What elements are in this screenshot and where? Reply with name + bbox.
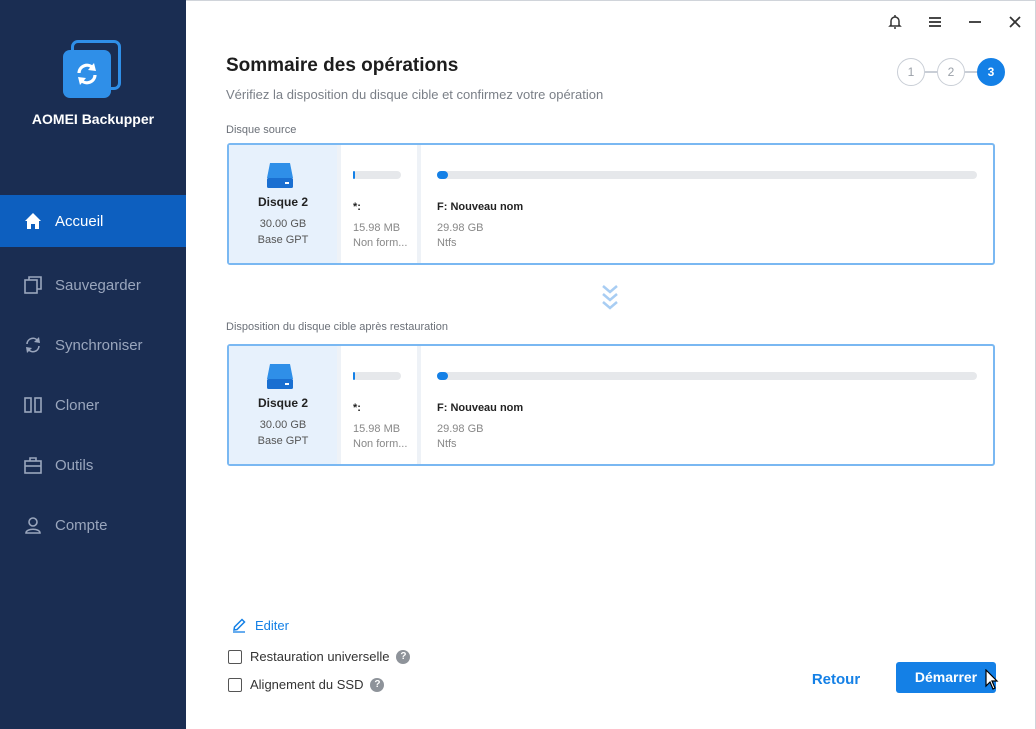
partition-fs: Non form...: [353, 438, 408, 450]
double-chevron-down-icon: [602, 285, 618, 310]
partition-size: 15.98 MB: [353, 423, 401, 435]
sidebar-item-label: Sauvegarder: [55, 276, 141, 294]
sync-arrows-icon: [77, 63, 97, 85]
menu-icon[interactable]: [924, 11, 946, 33]
source-label: Disque source: [226, 124, 297, 136]
app-logo: [63, 40, 121, 98]
disk-size: 30.00 GB: [259, 218, 307, 230]
partition-usage-fill: [353, 372, 356, 380]
app-name: AOMEI Backupper: [31, 111, 155, 127]
disk-name: Disque 2: [257, 195, 308, 209]
partition-usage-fill: [437, 372, 448, 380]
partition-usage-bar: [353, 171, 401, 179]
ssd-alignment-option: Alignement du SSD ?: [228, 677, 385, 692]
partition-usage-bar: [437, 372, 977, 380]
edit-button[interactable]: Editer: [231, 617, 289, 633]
disk-type: Base GPT: [257, 234, 309, 246]
step-2: 2: [937, 58, 965, 86]
sidebar-item-accueil[interactable]: Accueil: [0, 195, 186, 247]
user-icon: [22, 514, 44, 536]
pencil-icon: [233, 618, 246, 633]
disk-type: Base GPT: [257, 435, 309, 447]
target-disk-card[interactable]: Disque 2 30.00 GB Base GPT *: 15.98 MB N…: [227, 344, 995, 466]
edit-label: Editer: [255, 617, 289, 633]
tools-icon: [22, 454, 44, 476]
sidebar-item-sauvegarder[interactable]: Sauvegarder: [0, 255, 186, 315]
partition-size: 15.98 MB: [353, 222, 401, 234]
partition-usage-fill: [437, 171, 448, 179]
page-title: Sommaire des opérations: [226, 55, 459, 76]
back-button[interactable]: Retour: [794, 668, 878, 692]
minimize-icon[interactable]: [964, 11, 986, 33]
step-1: 1: [897, 58, 925, 86]
source-disk-card[interactable]: Disque 2 30.00 GB Base GPT *: 15.98 MB N…: [227, 143, 995, 265]
sync-icon: [22, 334, 44, 356]
disk-size: 30.00 GB: [259, 419, 307, 431]
sidebar-item-label: Synchroniser: [55, 336, 143, 354]
disk-name: Disque 2: [257, 396, 308, 410]
universal-restore-option: Restauration universelle ?: [228, 649, 411, 664]
partition-usage-bar: [353, 372, 401, 380]
universal-restore-checkbox[interactable]: [228, 649, 242, 664]
main-panel: Sommaire des opérations Vérifiez la disp…: [186, 0, 1036, 729]
mouse-cursor-icon: [985, 669, 999, 690]
help-icon[interactable]: ?: [396, 649, 411, 664]
home-icon: [22, 210, 44, 232]
disk-summary: Disque 2 30.00 GB Base GPT: [229, 346, 337, 464]
sidebar-item-label: Cloner: [55, 396, 100, 414]
partition-fs: Ntfs: [437, 438, 457, 450]
step-3: 3: [977, 58, 1005, 86]
partition-fs: Ntfs: [437, 237, 457, 249]
close-icon[interactable]: [1004, 11, 1026, 33]
sidebar-item-synchroniser[interactable]: Synchroniser: [0, 315, 186, 375]
start-button[interactable]: Démarrer: [896, 662, 996, 693]
page-subtitle: Vérifiez la disposition du disque cible …: [226, 87, 604, 102]
hard-drive-icon: [267, 163, 293, 188]
sidebar-item-label: Accueil: [55, 212, 104, 230]
partition-name: F: Nouveau nom: [437, 402, 524, 414]
hard-drive-icon: [267, 364, 293, 389]
step-indicator: 1 2 3: [897, 58, 1007, 86]
sidebar-item-cloner[interactable]: Cloner: [0, 375, 186, 435]
target-label: Disposition du disque cible après restau…: [226, 321, 448, 333]
disk-summary: Disque 2 30.00 GB Base GPT: [229, 145, 337, 263]
sidebar-item-label: Outils: [55, 456, 94, 474]
partition-usage-fill: [353, 171, 356, 179]
sidebar-item-outils[interactable]: Outils: [0, 435, 186, 495]
sidebar-nav: Accueil Sauvegarder Synchroniser Cloner …: [0, 195, 186, 555]
clone-icon: [22, 394, 44, 416]
sidebar-item-label: Compte: [55, 516, 108, 534]
sidebar-item-compte[interactable]: Compte: [0, 495, 186, 555]
sidebar: AOMEI Backupper Accueil Sauvegarder Sync…: [0, 0, 186, 729]
partition-name: *:: [353, 201, 361, 213]
help-icon[interactable]: ?: [370, 677, 385, 692]
partition-size: 29.98 GB: [437, 222, 484, 234]
partition-name: *:: [353, 402, 361, 414]
partition-size: 29.98 GB: [437, 423, 484, 435]
bell-icon[interactable]: [884, 11, 906, 33]
partition-fs: Non form...: [353, 237, 408, 249]
partition-usage-bar: [437, 171, 977, 179]
universal-restore-label[interactable]: Restauration universelle: [250, 649, 389, 664]
ssd-alignment-checkbox[interactable]: [228, 677, 242, 692]
backup-icon: [22, 274, 44, 296]
ssd-alignment-label[interactable]: Alignement du SSD: [250, 677, 363, 692]
partition-name: F: Nouveau nom: [437, 201, 524, 213]
